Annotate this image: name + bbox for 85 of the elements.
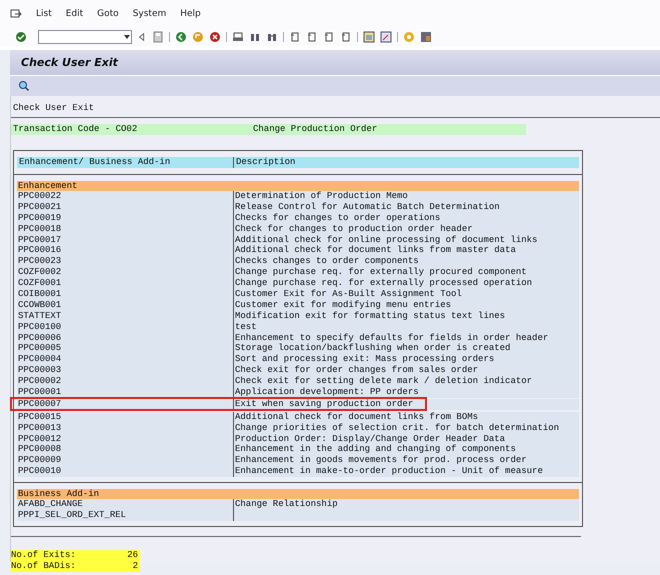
- exit-description: Change purchase req. for externally procured component: [234, 267, 579, 278]
- exit-name[interactable]: COIB0001: [17, 289, 233, 300]
- exit-description: Modification exit for formatting status text lines: [234, 310, 579, 322]
- menu-item[interactable]: System: [132, 8, 166, 20]
- total-value: 26: [127, 550, 138, 561]
- exit-name[interactable]: PPC00021: [17, 202, 233, 213]
- exit-description: Check exit for order changes from sales order: [234, 365, 579, 376]
- transaction-description: Change Production Order: [253, 124, 378, 135]
- print-icon[interactable]: [232, 31, 244, 43]
- exit-description: Enhancement in the adding and changing of components: [234, 444, 579, 456]
- list-heading: Check User Exit: [12, 102, 96, 114]
- exit-description: Additional check for document links from BOMs: [234, 412, 579, 423]
- exit-description: Production Order: Display/Change Order Header Data: [234, 434, 579, 444]
- exit-name[interactable]: AFABD_CHANGE: [17, 499, 233, 510]
- new-window-icon[interactable]: [363, 31, 375, 43]
- exit-name[interactable]: PPC00004: [17, 354, 233, 366]
- menu-exit-icon[interactable]: [10, 8, 22, 20]
- exit-name[interactable]: PPC00007: [17, 398, 233, 410]
- cancel-icon[interactable]: [209, 31, 221, 43]
- exit-description: Release Control for Automatic Batch Determination: [234, 202, 579, 213]
- exit-description: Checks changes to order components: [234, 256, 579, 268]
- exit-name[interactable]: PPC00008: [17, 444, 233, 456]
- exit-name[interactable]: PPC00013: [17, 422, 233, 434]
- back-icon[interactable]: [175, 31, 187, 43]
- shortcut-icon[interactable]: [380, 31, 392, 43]
- exit-name[interactable]: PPPI_SEL_ORD_EXT_REL: [17, 510, 233, 521]
- window-title: Check User Exit: [10, 50, 660, 75]
- exit-description: Sort and processing exit: Mass processing orders: [234, 354, 579, 366]
- exit-description: Customer Exit for As-Built Assignment Tool: [234, 289, 579, 300]
- section-header: Enhancement: [17, 181, 579, 191]
- exit-name[interactable]: PPC00002: [17, 376, 233, 388]
- exit-name[interactable]: PPC00015: [17, 412, 233, 423]
- exit-description: Application development: PP orders: [234, 387, 579, 398]
- exit-name[interactable]: STATTEXT: [17, 310, 233, 322]
- dropdown-caret-icon[interactable]: [123, 34, 131, 40]
- exit-description: Enhancement in goods movements for prod. process order: [234, 455, 579, 466]
- column-header: Description: [234, 157, 579, 168]
- menu-item[interactable]: Goto: [97, 8, 119, 20]
- exit-name[interactable]: CCOWB001: [17, 300, 233, 311]
- exit-description: Change priorities of selection crit. for batch determination: [234, 422, 579, 434]
- exit-name[interactable]: PPC00012: [17, 434, 233, 444]
- exit-name[interactable]: PPC00022: [17, 191, 233, 202]
- menu-item[interactable]: List: [36, 8, 52, 20]
- exit-description: Check for changes to production order header: [234, 224, 579, 235]
- exit-description: Enhancement in make-to-order production - Unit of measure: [234, 466, 579, 478]
- exit-name[interactable]: COZF0002: [17, 267, 233, 278]
- exit-description: Determination of Production Memo: [234, 191, 579, 202]
- exit-name[interactable]: PPC00019: [17, 212, 233, 224]
- total-label: No.of Exits:: [11, 550, 76, 561]
- exit-description: test: [234, 322, 579, 333]
- transaction-code: Transaction Code - CO02: [13, 124, 138, 135]
- exit-name[interactable]: PPC00006: [17, 332, 233, 344]
- exit-description: Check exit for setting delete mark / deletion indicator: [234, 376, 579, 388]
- back-triangle-icon[interactable]: [137, 31, 147, 43]
- exit-description: Additional check for document links from master data: [234, 245, 579, 256]
- exit-name[interactable]: PPC00003: [17, 365, 233, 376]
- exit-name[interactable]: PPC00100: [17, 322, 233, 333]
- save-icon[interactable]: [152, 31, 164, 43]
- exit-name[interactable]: PPC00018: [17, 224, 233, 235]
- layout-icon[interactable]: [420, 31, 432, 43]
- exit-description: Additional check for online processing of document links: [234, 234, 579, 246]
- section-header: Business Add-in: [17, 489, 579, 500]
- exit-description: Enhancement to specify defaults for fields in order header: [234, 332, 579, 344]
- exit-name[interactable]: PPC00005: [17, 343, 233, 354]
- command-field[interactable]: [38, 30, 132, 44]
- exit-name[interactable]: PPC00016: [17, 245, 233, 256]
- exit-name[interactable]: PPC00009: [17, 455, 233, 466]
- exit-description: Checks for changes to order operations: [234, 212, 579, 224]
- exit-name[interactable]: PPC00001: [17, 387, 233, 398]
- exit-description: Exit when saving production order: [234, 398, 579, 410]
- exit-name[interactable]: PPC00017: [17, 234, 233, 246]
- exit-name[interactable]: PPC00010: [17, 466, 233, 478]
- exit-description: Storage location/backflushing when order is created: [234, 343, 579, 354]
- column-header: Enhancement/ Business Add-in: [17, 157, 233, 168]
- total-value: 2: [132, 560, 138, 572]
- exit-name[interactable]: COZF0001: [17, 278, 233, 290]
- magnifier-icon[interactable]: [18, 80, 30, 92]
- exit-description: Change purchase req. for externally processed operation: [234, 278, 579, 290]
- exit-name[interactable]: PPC00023: [17, 256, 233, 268]
- exit-description: Customer exit for modifying menu entries: [234, 300, 579, 311]
- exit-description: Change Relationship: [234, 499, 579, 510]
- total-label: No.of BADis:: [11, 560, 76, 572]
- menu-item[interactable]: Edit: [66, 8, 84, 20]
- menu-item[interactable]: Help: [180, 8, 201, 20]
- enter-check-icon[interactable]: [15, 31, 27, 43]
